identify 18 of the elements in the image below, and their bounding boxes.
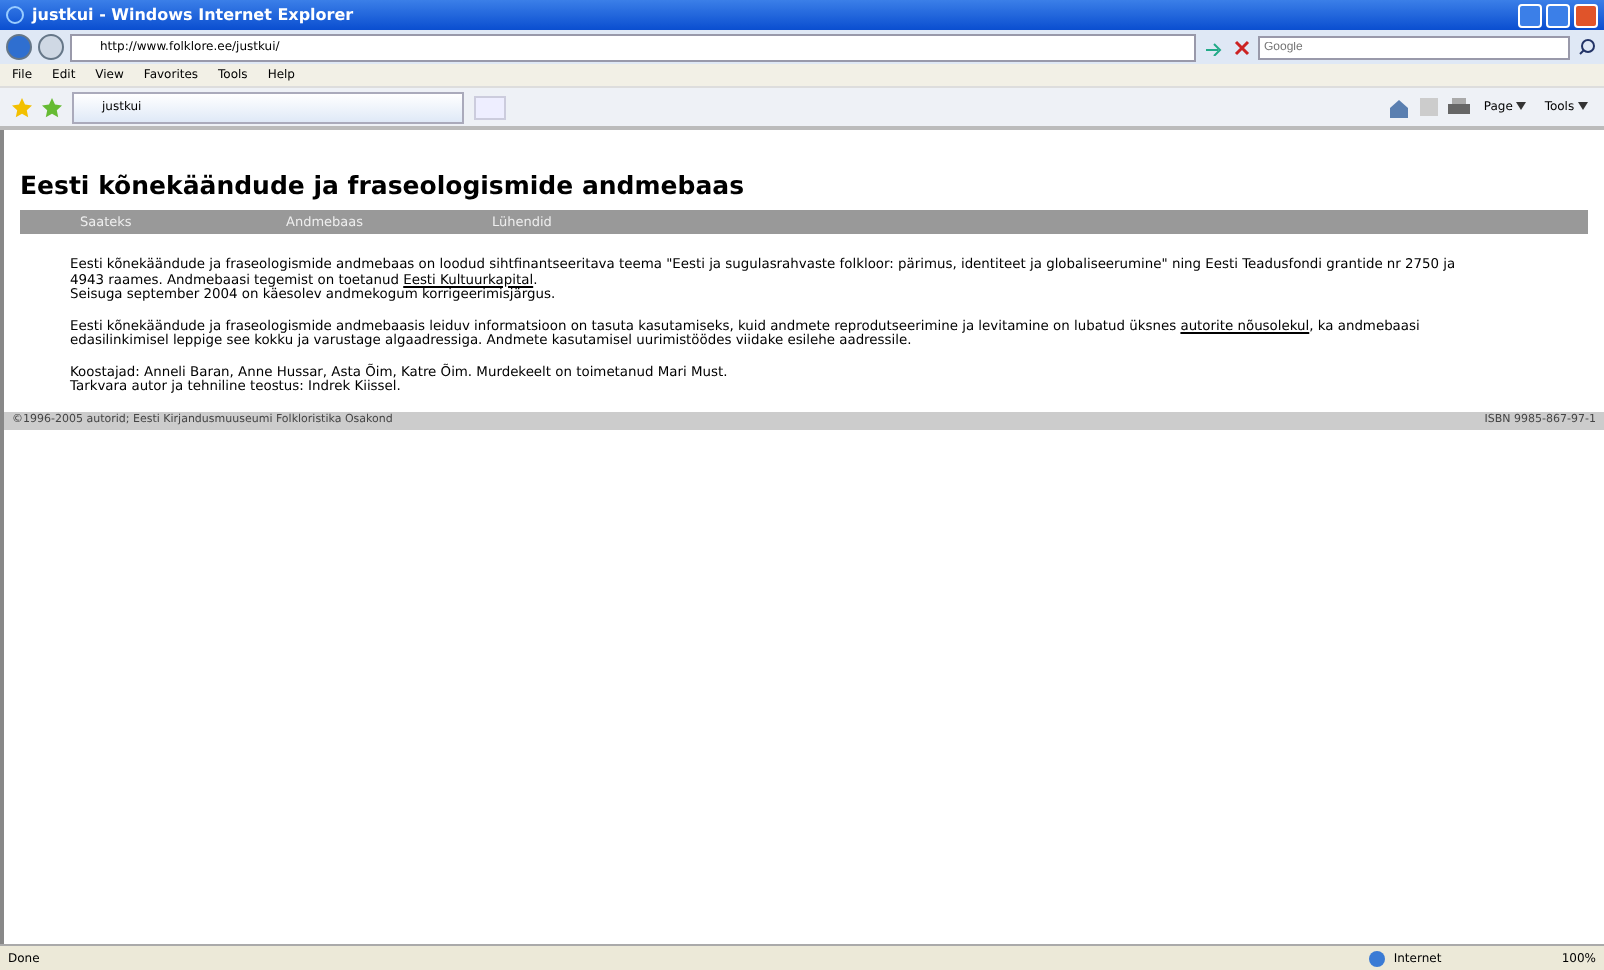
star-icon[interactable]	[12, 97, 32, 117]
refresh-button[interactable]	[1202, 39, 1226, 55]
globe-icon	[1367, 949, 1386, 967]
printer-icon[interactable]	[1447, 97, 1470, 117]
browser-icon	[6, 6, 24, 24]
stop-button[interactable]	[1232, 39, 1252, 55]
minimize-button[interactable]	[1518, 3, 1542, 27]
caret-icon	[1516, 102, 1527, 110]
close-button[interactable]	[1574, 3, 1598, 27]
add-favorite-icon[interactable]	[42, 97, 62, 117]
window-title: justkui - Windows Internet Explorer	[32, 6, 356, 24]
page-heading: Eesti kõnekäändude ja fraseologismide andmebaas	[20, 170, 747, 200]
back-button[interactable]	[6, 34, 32, 60]
caret-icon	[1578, 102, 1588, 110]
maximize-button[interactable]	[1546, 3, 1570, 27]
search-button[interactable]	[1576, 38, 1598, 56]
home-icon[interactable]	[1387, 97, 1410, 117]
forward-button[interactable]	[38, 34, 64, 60]
